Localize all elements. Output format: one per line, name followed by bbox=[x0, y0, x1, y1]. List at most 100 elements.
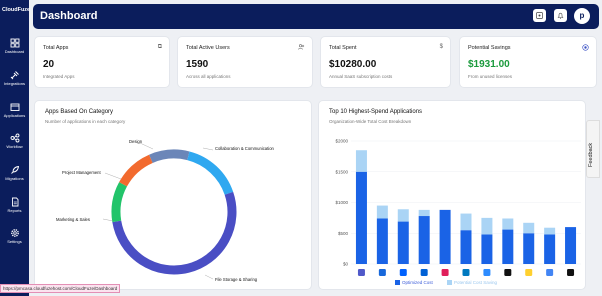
feedback-tab[interactable]: Feedback bbox=[586, 120, 600, 178]
donut-label: Marketing & Sales bbox=[56, 217, 90, 222]
sidebar-item-label: Dashboard bbox=[4, 49, 25, 54]
stat-card-active-users: Total Active Users 1590 Across all appli… bbox=[177, 36, 313, 88]
bar-saving-zoom[interactable] bbox=[481, 217, 493, 235]
bar-saving-trello[interactable] bbox=[460, 213, 472, 231]
help-button[interactable] bbox=[533, 9, 546, 22]
bar-optimized-zoom[interactable] bbox=[481, 234, 493, 264]
bar-optimized-github[interactable] bbox=[565, 227, 577, 264]
notion-icon bbox=[504, 269, 512, 276]
stat-title: Total Spent bbox=[329, 45, 357, 51]
y-tick-label: $500 bbox=[338, 231, 349, 236]
bar-saving-teams[interactable] bbox=[355, 150, 367, 172]
bar-optimized-teams[interactable] bbox=[355, 171, 367, 264]
sidebar-item-migrations[interactable]: Migrations bbox=[0, 165, 29, 181]
document-icon bbox=[11, 197, 18, 207]
bar-optimized-miro[interactable] bbox=[523, 233, 535, 264]
google-workspace-icon bbox=[546, 269, 554, 276]
sidebar-item-workflow[interactable]: Workflow bbox=[0, 133, 29, 149]
legend-swatch bbox=[395, 280, 400, 285]
sidebar-item-label: Integrations bbox=[4, 81, 25, 86]
workflow-icon bbox=[10, 133, 19, 143]
bar-optimized-dropbox[interactable] bbox=[397, 221, 409, 264]
bar-optimized-jira[interactable] bbox=[376, 218, 388, 264]
bar-optimized-box[interactable] bbox=[418, 216, 430, 264]
sidebar-item-applications[interactable]: Applications bbox=[0, 102, 29, 118]
apps-by-category-panel: Apps Based On Category Number of applica… bbox=[34, 100, 312, 290]
dollar-icon: $ bbox=[439, 44, 443, 50]
miro-icon bbox=[525, 269, 533, 276]
stat-subtitle: Across all applications bbox=[186, 74, 231, 79]
gear-icon bbox=[10, 229, 19, 237]
bar-saving-box[interactable] bbox=[418, 209, 430, 217]
header-bar: Dashboard p bbox=[33, 4, 599, 29]
legend-swatch bbox=[447, 280, 452, 285]
stat-card-potential-savings: Potential Savings $1931.00 From unused l… bbox=[459, 36, 597, 88]
rocket-icon bbox=[10, 165, 19, 174]
target-icon bbox=[582, 44, 589, 53]
stat-value: $10280.00 bbox=[329, 59, 377, 70]
zoom-icon bbox=[483, 269, 491, 276]
legend-label: Potential Cost Saving bbox=[454, 280, 498, 285]
sidebar-item-label: Reports bbox=[7, 208, 22, 213]
y-tick-label: $1000 bbox=[335, 200, 348, 205]
y-tick-label: $2000 bbox=[335, 139, 348, 144]
donut-slice-collaboration-communication[interactable] bbox=[187, 151, 234, 195]
bar-saving-dropbox[interactable] bbox=[397, 209, 409, 222]
window-icon bbox=[10, 103, 19, 111]
grid-menu-icon bbox=[536, 12, 543, 19]
dropbox-icon bbox=[399, 269, 407, 276]
stat-card-total-apps: Total Apps ⧉ 20 Integrated Apps bbox=[34, 36, 170, 88]
sidebar-item-label: Migrations bbox=[5, 176, 24, 181]
sidebar-item-label: Workflow bbox=[6, 144, 23, 149]
bell-icon bbox=[557, 12, 564, 19]
copy-icon: ⧉ bbox=[157, 44, 162, 50]
feedback-label: Feedback bbox=[588, 142, 594, 167]
donut-slice-project-management[interactable] bbox=[119, 154, 153, 187]
notifications-button[interactable] bbox=[554, 9, 567, 22]
bar-saving-notion[interactable] bbox=[502, 218, 514, 230]
bar-optimized-trello[interactable] bbox=[460, 230, 472, 264]
box-icon bbox=[420, 269, 428, 276]
sidebar-item-label: Settings bbox=[7, 239, 22, 244]
teams-icon bbox=[357, 269, 365, 276]
user-avatar[interactable]: p bbox=[574, 8, 590, 24]
legend-potential-saving: Potential Cost Saving bbox=[447, 280, 497, 285]
donut-slice-marketing-sales[interactable] bbox=[111, 182, 128, 223]
plug-icon bbox=[10, 71, 19, 80]
stat-subtitle: Annual SaaS subscription costs bbox=[329, 74, 393, 79]
donut-label: Project Management bbox=[62, 170, 101, 175]
donut-slice-design[interactable] bbox=[149, 149, 190, 164]
page-title: Dashboard bbox=[40, 10, 98, 22]
top-spend-bar-chart: $0 $500 $1000 $1500 $2000 bbox=[335, 139, 581, 276]
stat-value: $1931.00 bbox=[468, 59, 510, 70]
bar-saving-jira[interactable] bbox=[376, 205, 388, 219]
bar-optimized-google-workspace[interactable] bbox=[544, 234, 556, 264]
stat-subtitle: From unused licenses bbox=[468, 74, 513, 79]
y-tick-label: $0 bbox=[343, 262, 349, 267]
status-url-bar: https://pmcasa.cloudfuzehost.com/CloudFu… bbox=[0, 284, 121, 293]
leader-line bbox=[102, 218, 114, 222]
stat-subtitle: Integrated Apps bbox=[43, 74, 75, 79]
sidebar-item-settings[interactable]: Settings bbox=[0, 228, 29, 244]
leader-line bbox=[104, 172, 122, 180]
bar-saving-google-workspace[interactable] bbox=[544, 227, 556, 235]
donut-label: File Storage & Sharing bbox=[215, 277, 258, 282]
bar-saving-miro[interactable] bbox=[523, 222, 535, 234]
donut-slice-file-storage-sharing[interactable] bbox=[112, 191, 237, 275]
users-icon bbox=[298, 44, 305, 52]
legend-label: Optimized Cost bbox=[402, 280, 433, 285]
grid-icon bbox=[10, 38, 19, 48]
jira-icon bbox=[378, 269, 386, 276]
leader-line bbox=[204, 274, 214, 280]
bar-optimized-notion[interactable] bbox=[502, 229, 514, 264]
slack-icon bbox=[441, 269, 449, 276]
donut-label: Collaboration & Communication bbox=[215, 146, 274, 151]
stat-title: Potential Savings bbox=[468, 45, 511, 51]
sidebar-item-reports[interactable]: Reports bbox=[0, 197, 29, 213]
stat-card-total-spent: Total Spent $ $10280.00 Annual SaaS subs… bbox=[320, 36, 451, 88]
sidebar-item-integrations[interactable]: Integrations bbox=[0, 70, 29, 86]
legend-optimized: Optimized Cost bbox=[395, 280, 433, 285]
cloudfuze-logo[interactable]: CloudFuze bbox=[2, 7, 30, 13]
bar-optimized-slack[interactable] bbox=[439, 209, 451, 264]
sidebar-item-dashboard[interactable]: Dashboard bbox=[0, 38, 29, 54]
